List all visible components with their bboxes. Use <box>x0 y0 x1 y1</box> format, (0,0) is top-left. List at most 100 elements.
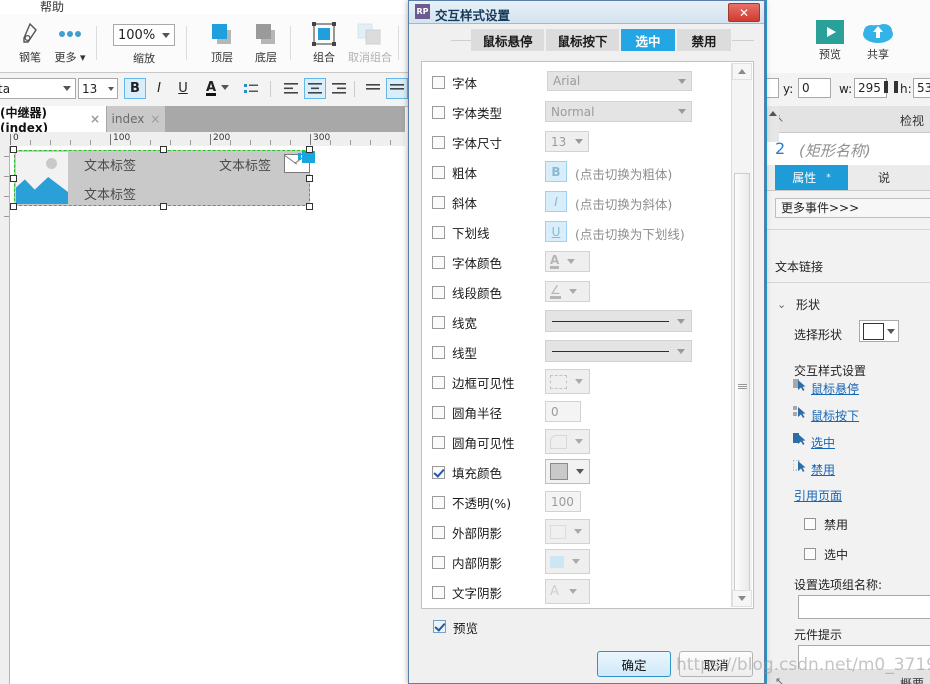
valign-top-button[interactable] <box>362 78 384 99</box>
link-mouse-hover[interactable]: 鼠标悬停 <box>811 380 859 397</box>
italic-button[interactable]: I <box>148 78 170 99</box>
dialog-tab-mouse-down[interactable]: 鼠标按下 <box>546 29 619 51</box>
row-checkbox[interactable] <box>432 226 445 239</box>
preview-checkbox[interactable] <box>433 620 446 633</box>
dialog-tab-mouse-over[interactable]: 鼠标悬停 <box>471 29 544 51</box>
align-center-button[interactable] <box>304 78 326 99</box>
tooltip-input[interactable] <box>798 645 930 671</box>
align-left-button[interactable] <box>280 78 302 99</box>
close-icon[interactable]: × <box>150 112 160 126</box>
selected-widget-group[interactable]: 文本标签 文本标签 文本标签 <box>10 146 315 210</box>
row-checkbox[interactable] <box>432 286 445 299</box>
fill-color-picker[interactable] <box>545 459 590 484</box>
text-link-label[interactable]: 文本链接 <box>775 258 823 275</box>
resize-handle-w[interactable] <box>10 175 17 182</box>
font-size-select[interactable]: 13 <box>78 78 118 99</box>
row-checkbox[interactable] <box>432 136 445 149</box>
resize-handle-n[interactable] <box>160 146 167 153</box>
line-type-dropdown[interactable] <box>545 340 692 362</box>
row-checkbox[interactable] <box>432 256 445 269</box>
share-button[interactable]: 共享 <box>855 18 901 62</box>
resize-handle-sw[interactable] <box>10 203 17 210</box>
reference-page-link[interactable]: 引用页面 <box>794 487 842 504</box>
checkbox-selected[interactable] <box>804 548 816 560</box>
zoom-select[interactable]: 100% <box>113 24 175 46</box>
scroll-down-button[interactable] <box>732 590 752 607</box>
row-checkbox[interactable] <box>432 196 445 209</box>
close-icon[interactable]: ✕ <box>728 3 760 22</box>
link-selected[interactable]: 选中 <box>811 434 835 451</box>
ribbon-button-more[interactable]: 更多 ▾ <box>44 20 96 65</box>
row-checkbox[interactable] <box>432 376 445 389</box>
font-style-dropdown[interactable]: Normal <box>545 101 692 122</box>
page-tab-index[interactable]: index × <box>107 106 165 132</box>
page-tab-repeater[interactable]: (中继器) (index) × <box>0 106 106 135</box>
h-field[interactable]: 53 <box>913 78 930 98</box>
font-color-button[interactable]: A <box>200 78 222 99</box>
row-checkbox[interactable] <box>432 586 445 599</box>
valign-middle-button[interactable] <box>386 78 408 99</box>
border-visibility-picker[interactable] <box>545 369 590 394</box>
chevron-down-icon[interactable]: ⌄ <box>777 298 786 311</box>
align-right-button[interactable] <box>328 78 350 99</box>
row-checkbox[interactable] <box>432 346 445 359</box>
link-disabled[interactable]: 禁用 <box>811 461 835 478</box>
row-checkbox[interactable] <box>432 526 445 539</box>
row-checkbox[interactable] <box>432 556 445 569</box>
font-size-dropdown[interactable]: 13 <box>545 131 589 152</box>
opacity-input[interactable]: 100 <box>545 491 581 512</box>
object-name-input[interactable]: (矩形名称) <box>799 140 871 161</box>
bullet-list-button[interactable] <box>240 78 262 99</box>
link-mouse-down[interactable]: 鼠标按下 <box>811 407 859 424</box>
row-checkbox[interactable] <box>432 406 445 419</box>
row-checkbox[interactable] <box>432 316 445 329</box>
more-events-button[interactable]: 更多事件>>> <box>775 198 930 218</box>
font-color-picker[interactable]: A <box>545 251 590 272</box>
ok-button[interactable]: 确定 <box>597 651 671 677</box>
font-color-chevron-down-icon[interactable] <box>221 85 229 90</box>
row-checkbox[interactable] <box>432 436 445 449</box>
checkbox-disabled[interactable] <box>804 518 816 530</box>
italic-toggle[interactable]: I <box>545 191 567 212</box>
resize-handle-ne[interactable] <box>306 146 313 153</box>
text-label-3[interactable]: 文本标签 <box>84 184 136 203</box>
outer-shadow-picker[interactable] <box>545 519 590 544</box>
text-shadow-picker[interactable]: A <box>545 579 590 604</box>
scrollbar-thumb[interactable] <box>734 173 750 599</box>
ribbon-button-back[interactable]: 底层 <box>240 20 292 65</box>
font-family-select[interactable]: egreta <box>0 78 76 99</box>
corner-visibility-picker[interactable] <box>545 429 590 454</box>
line-color-picker[interactable]: ∠ <box>545 281 590 302</box>
resize-handle-se[interactable] <box>306 203 313 210</box>
row-checkbox[interactable] <box>432 466 445 479</box>
preview-button[interactable]: 预览 <box>807 18 853 62</box>
resize-handle-s[interactable] <box>160 203 167 210</box>
w-field[interactable]: 295 <box>854 78 887 98</box>
inner-shadow-picker[interactable] <box>545 549 590 574</box>
text-label-1[interactable]: 文本标签 <box>84 155 136 174</box>
underline-button[interactable]: U <box>172 78 194 99</box>
vertical-ruler[interactable] <box>0 146 10 684</box>
option-group-input[interactable] <box>798 595 930 619</box>
panel-scroll-up[interactable] <box>767 106 779 142</box>
underline-toggle[interactable]: U <box>545 221 567 242</box>
cancel-button[interactable]: 取消 <box>679 651 753 677</box>
row-checkbox[interactable] <box>432 496 445 509</box>
dialog-tab-selected[interactable]: 选中 <box>621 29 675 51</box>
ribbon-button-group[interactable]: 组合 <box>298 20 350 65</box>
resize-handle-e[interactable] <box>306 175 313 182</box>
dialog-titlebar[interactable]: RP 交互样式设置 ✕ <box>409 1 764 24</box>
bold-button[interactable]: B <box>124 78 146 99</box>
dialog-tab-disabled[interactable]: 禁用 <box>677 29 731 51</box>
close-icon[interactable]: × <box>90 112 100 126</box>
select-shape-dropdown[interactable] <box>859 320 899 342</box>
link-ratio-icon[interactable] <box>884 81 898 96</box>
font-family-dropdown[interactable]: Arial <box>547 71 692 91</box>
y-field[interactable]: 0 <box>798 78 831 98</box>
panel-divider[interactable] <box>765 0 767 684</box>
image-placeholder-icon[interactable] <box>16 152 68 204</box>
design-canvas[interactable]: 文本标签 文本标签 文本标签 <box>10 146 405 684</box>
corner-radius-input[interactable]: 0 <box>545 401 581 422</box>
bold-toggle[interactable]: B <box>545 161 567 182</box>
ribbon-button-ungroup[interactable]: 取消组合 <box>344 20 396 65</box>
